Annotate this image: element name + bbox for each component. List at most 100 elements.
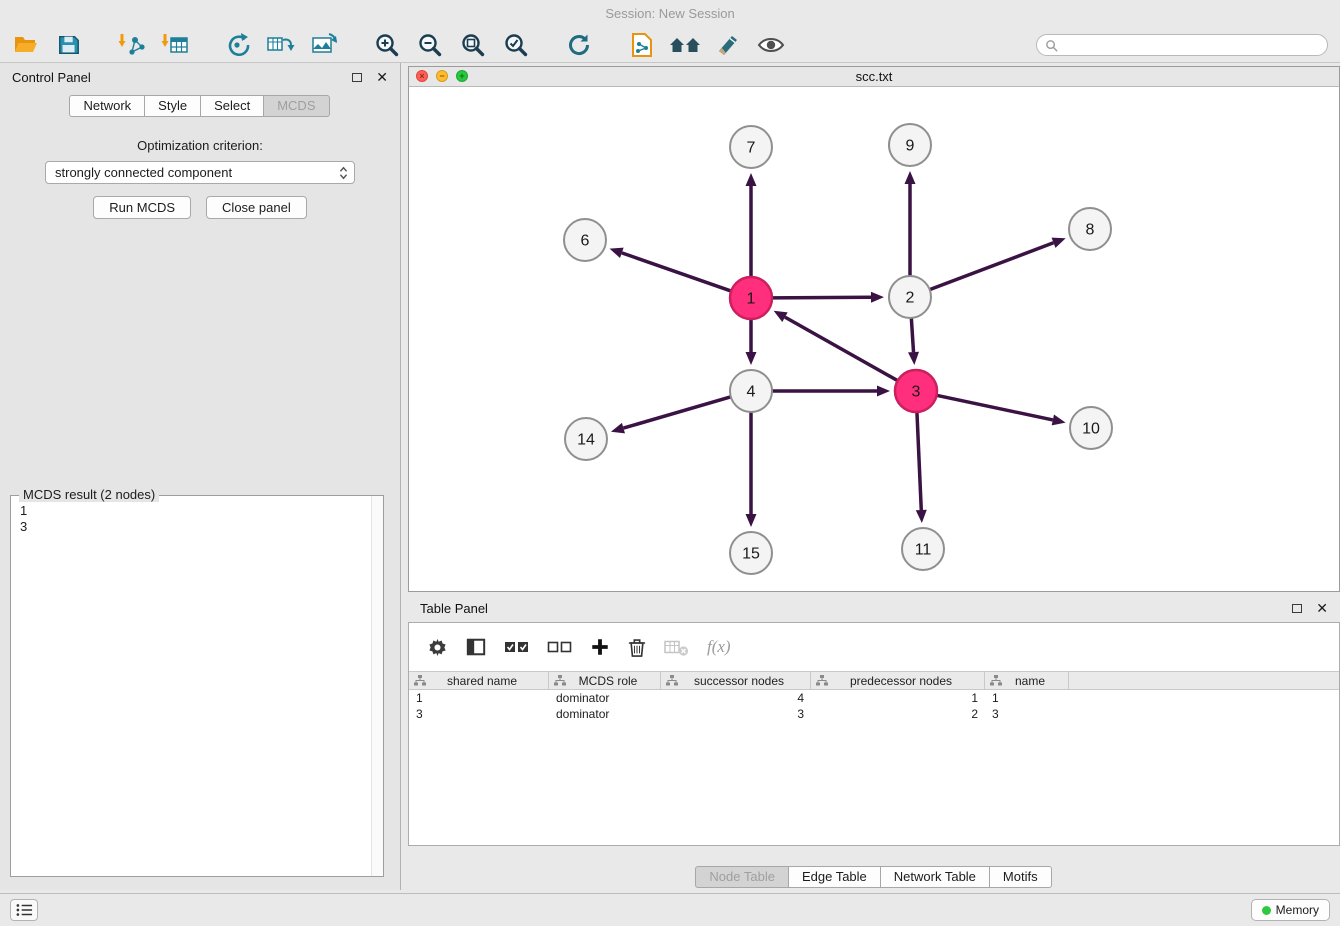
network-graph-canvas[interactable]: 7968124314101511 xyxy=(409,87,1339,591)
maximize-window-icon[interactable]: + xyxy=(456,70,468,82)
plus-icon xyxy=(590,637,610,657)
show-columns-button[interactable] xyxy=(466,637,486,657)
dropdown-stepper-icon xyxy=(339,166,348,180)
table-settings-button[interactable] xyxy=(427,637,448,658)
table-row[interactable]: 3 dominator 3 2 3 xyxy=(409,706,1339,722)
tab-motifs[interactable]: Motifs xyxy=(989,866,1052,888)
task-history-button[interactable] xyxy=(10,899,38,921)
tab-edge-table[interactable]: Edge Table xyxy=(788,866,881,888)
import-table-button[interactable] xyxy=(159,30,191,60)
cell-successor-nodes: 3 xyxy=(661,707,811,721)
criterion-value: strongly connected component xyxy=(55,165,339,180)
select-all-button[interactable] xyxy=(504,638,529,657)
tab-network-table[interactable]: Network Table xyxy=(880,866,990,888)
close-window-icon[interactable]: × xyxy=(416,70,428,82)
column-header-successor-nodes[interactable]: successor nodes xyxy=(661,672,811,689)
export-image-button[interactable] xyxy=(308,30,340,60)
network-from-table-icon xyxy=(266,32,296,58)
columns-icon xyxy=(466,637,486,657)
memory-button[interactable]: Memory xyxy=(1251,899,1330,921)
column-type-icon xyxy=(554,675,566,686)
mcds-buttons-row: Run MCDS Close panel xyxy=(0,196,400,219)
mcds-result-item: 1 xyxy=(20,503,374,519)
graph-node-label-3: 3 xyxy=(912,384,921,401)
network-snapshot-button[interactable] xyxy=(626,30,658,60)
cell-predecessor-nodes: 2 xyxy=(811,707,985,721)
column-header-shared-name[interactable]: shared name xyxy=(409,672,549,689)
save-session-button[interactable] xyxy=(53,30,85,60)
run-mcds-button[interactable]: Run MCDS xyxy=(93,196,191,219)
cell-predecessor-nodes: 1 xyxy=(811,691,985,705)
graph-edge-2-3[interactable] xyxy=(911,318,913,352)
search-box[interactable] xyxy=(1036,34,1328,56)
close-panel-icon[interactable]: ✕ xyxy=(376,70,388,84)
column-type-icon xyxy=(666,675,678,686)
minimize-window-icon[interactable]: − xyxy=(436,70,448,82)
graph-arrowhead-2-9 xyxy=(905,171,916,184)
import-network-button[interactable] xyxy=(116,30,148,60)
graph-edge-4-14[interactable] xyxy=(623,397,730,428)
tab-style[interactable]: Style xyxy=(144,95,201,117)
graph-arrowhead-2-3 xyxy=(908,352,919,365)
close-panel-icon[interactable]: ✕ xyxy=(1316,601,1328,615)
new-network-button[interactable] xyxy=(222,30,254,60)
refresh-layout-button[interactable] xyxy=(563,30,595,60)
tab-mcds[interactable]: MCDS xyxy=(263,95,329,117)
table-row[interactable]: 1 dominator 4 1 1 xyxy=(409,690,1339,706)
column-header-name[interactable]: name xyxy=(985,672,1069,689)
graph-edge-3-1[interactable] xyxy=(785,317,898,381)
refresh-icon xyxy=(566,32,592,58)
column-header-mcds-role[interactable]: MCDS role xyxy=(549,672,661,689)
show-hide-button[interactable] xyxy=(755,30,787,60)
save-floppy-icon xyxy=(57,33,81,57)
graph-edge-1-2[interactable] xyxy=(772,297,871,298)
zoom-selected-button[interactable] xyxy=(500,30,532,60)
new-network-icon xyxy=(225,32,251,58)
graph-node-label-7: 7 xyxy=(747,140,756,157)
deselect-all-button[interactable] xyxy=(547,638,572,657)
zoom-in-button[interactable] xyxy=(371,30,403,60)
float-panel-icon[interactable] xyxy=(352,73,362,82)
graph-edge-3-10[interactable] xyxy=(937,395,1053,420)
search-icon xyxy=(1045,39,1058,52)
network-from-table-button[interactable] xyxy=(265,30,297,60)
first-neighbors-button[interactable] xyxy=(669,30,701,60)
table-panel: Table Panel ✕ xyxy=(408,596,1340,890)
delete-table-icon xyxy=(664,638,689,657)
graph-node-label-2: 2 xyxy=(906,290,915,307)
cell-shared-name: 1 xyxy=(409,691,549,705)
zoom-fit-icon xyxy=(460,32,486,58)
mcds-result-title: MCDS result (2 nodes) xyxy=(19,487,159,502)
cell-shared-name: 3 xyxy=(409,707,549,721)
criterion-dropdown[interactable]: strongly connected component xyxy=(45,161,355,184)
graph-edge-2-8[interactable] xyxy=(930,243,1054,290)
tab-node-table[interactable]: Node Table xyxy=(695,866,789,888)
style-paint-button[interactable] xyxy=(712,30,744,60)
graph-edge-1-6[interactable] xyxy=(622,253,731,291)
delete-column-button[interactable] xyxy=(628,637,646,658)
result-scrollbar[interactable] xyxy=(371,496,383,876)
float-panel-icon[interactable] xyxy=(1292,604,1302,613)
column-header-predecessor-nodes[interactable]: predecessor nodes xyxy=(811,672,985,689)
open-session-button[interactable] xyxy=(10,30,42,60)
function-builder-button[interactable]: f(x) xyxy=(707,637,731,657)
graph-arrowhead-1-4 xyxy=(746,352,757,365)
control-panel: Control Panel ✕ Network Style Select MCD… xyxy=(0,63,401,890)
traffic-lights: × − + xyxy=(416,70,468,82)
zoom-fit-button[interactable] xyxy=(457,30,489,60)
cell-mcds-role: dominator xyxy=(549,691,661,705)
trash-icon xyxy=(628,637,646,658)
zoom-selected-icon xyxy=(503,32,529,58)
tab-select[interactable]: Select xyxy=(200,95,264,117)
add-column-button[interactable] xyxy=(590,637,610,657)
tab-network[interactable]: Network xyxy=(69,95,145,117)
network-window-titlebar: × − + scc.txt xyxy=(409,67,1339,87)
search-input[interactable] xyxy=(1063,38,1327,52)
zoom-out-button[interactable] xyxy=(414,30,446,60)
column-type-icon xyxy=(990,675,1002,686)
task-list-icon xyxy=(16,903,33,917)
graph-arrowhead-3-10 xyxy=(1052,415,1066,426)
control-panel-title: Control Panel xyxy=(12,70,352,85)
graph-edge-3-11[interactable] xyxy=(917,412,921,510)
close-panel-button[interactable]: Close panel xyxy=(206,196,307,219)
